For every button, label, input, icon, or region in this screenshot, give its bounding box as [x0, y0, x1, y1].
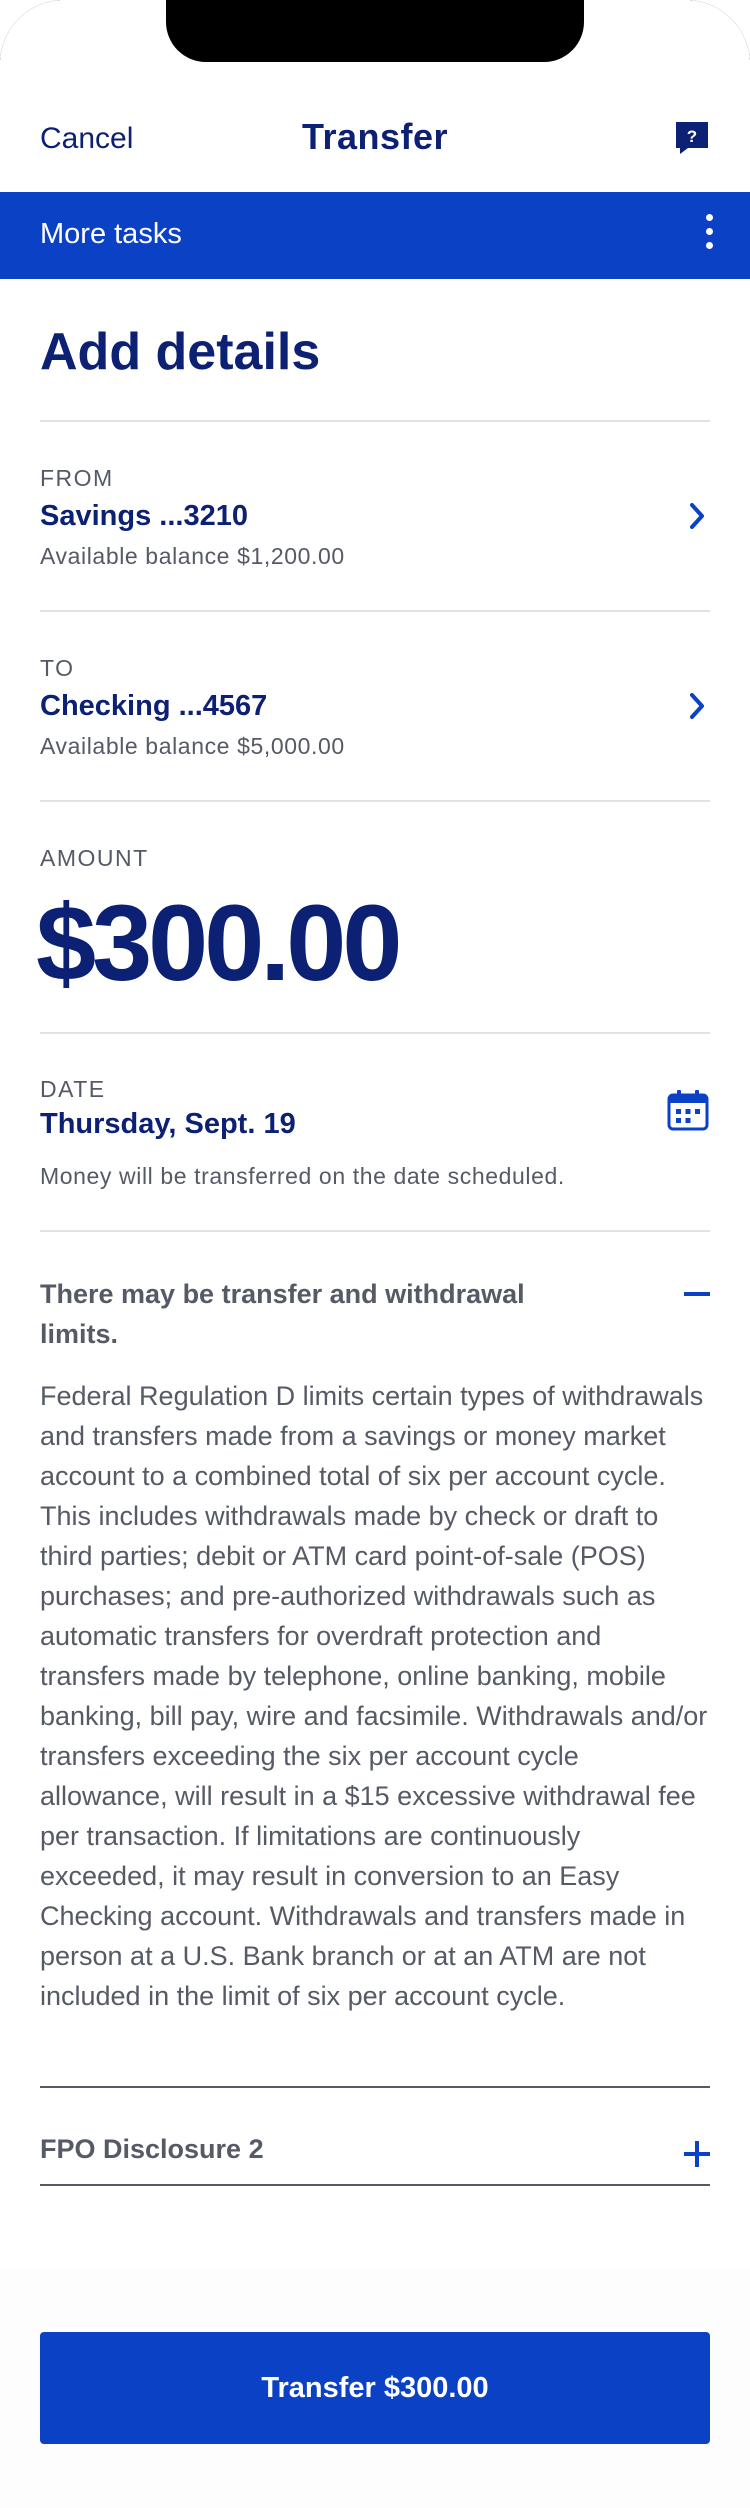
- from-label: FROM: [40, 465, 114, 491]
- divider: [40, 420, 710, 422]
- expand-plus-icon[interactable]: [684, 2141, 710, 2167]
- limits-accordion-body: Federal Regulation D limits certain type…: [40, 1381, 708, 2011]
- svg-text:?: ?: [687, 127, 697, 146]
- from-available-balance: Available balance $1,200.00: [40, 543, 345, 569]
- disclosure-accordion-title: FPO Disclosure 2: [40, 2134, 264, 2164]
- amount-value[interactable]: $300.00: [36, 880, 402, 1005]
- device-notch: [166, 0, 584, 62]
- divider: [40, 1032, 710, 1034]
- limits-accordion-title: There may be transfer and withdrawal lim…: [40, 1279, 525, 1349]
- phone-screen: Cancel Transfer ? More tasks Add details…: [0, 0, 750, 2508]
- amount-label: AMOUNT: [40, 845, 149, 871]
- date-label: DATE: [40, 1076, 106, 1102]
- collapse-minus-icon[interactable]: [684, 1292, 710, 1296]
- to-available-balance: Available balance $5,000.00: [40, 733, 345, 759]
- screen-corner: [690, 0, 750, 60]
- chevron-right-icon[interactable]: [686, 691, 710, 721]
- date-value[interactable]: Thursday, Sept. 19: [40, 1108, 296, 1141]
- divider: [40, 800, 710, 802]
- divider: [40, 610, 710, 612]
- more-tasks-label: More tasks: [40, 218, 182, 250]
- to-label: TO: [40, 655, 75, 681]
- section-title: Add details: [40, 323, 321, 381]
- calendar-icon[interactable]: [666, 1088, 710, 1132]
- chat-help-icon[interactable]: ?: [674, 120, 710, 156]
- to-account-name: Checking ...4567: [40, 690, 268, 722]
- page-title: Transfer: [301, 116, 449, 157]
- divider: [40, 2086, 710, 2088]
- divider: [40, 2184, 710, 2186]
- chevron-right-icon[interactable]: [686, 501, 710, 531]
- from-account-name: Savings ...3210: [40, 500, 248, 532]
- kebab-menu-icon[interactable]: [706, 214, 714, 258]
- divider: [40, 1230, 710, 1232]
- nav-header: Cancel Transfer ?: [0, 100, 750, 180]
- date-note: Money will be transferred on the date sc…: [40, 1163, 565, 1189]
- more-tasks-bar[interactable]: More tasks: [0, 192, 750, 279]
- screen-corner: [0, 0, 60, 60]
- transfer-button[interactable]: Transfer $300.00: [40, 2332, 710, 2444]
